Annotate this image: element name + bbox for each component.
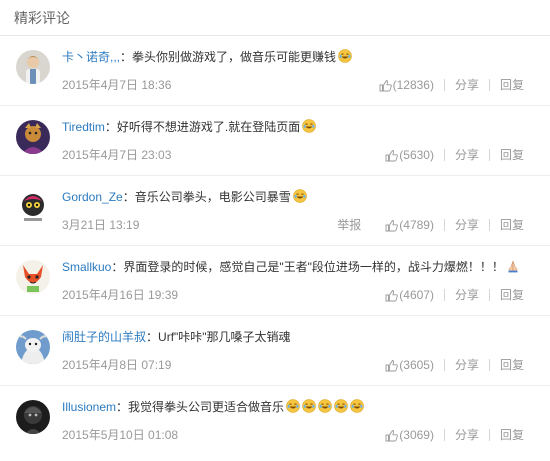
divider [443, 79, 445, 91]
like-button[interactable]: (12836) [379, 77, 434, 93]
divider [488, 79, 490, 91]
like-button[interactable]: (4607) [385, 287, 434, 303]
comment-item: Tiredtim：好听得不想进游戏了.就在登陆页面 2015年4月7日 23:0… [0, 106, 550, 176]
reply-button[interactable]: 回复 [500, 77, 524, 93]
section-title: 精彩评论 [0, 0, 550, 36]
like-count: (4607) [399, 288, 434, 302]
laugh-emoji-icon [302, 119, 317, 133]
comment-date: 2015年4月7日 18:36 [62, 78, 172, 92]
thumbs-up-icon [385, 219, 399, 231]
avatar[interactable] [16, 330, 50, 364]
comment-date: 2015年4月7日 23:03 [62, 148, 172, 162]
colon: ： [120, 50, 133, 64]
comment-text: 我觉得拳头公司更适合做音乐 [128, 400, 285, 414]
avatar[interactable] [16, 400, 50, 434]
laugh-emoji-icon [338, 49, 352, 63]
laugh-emoji-icon [350, 399, 364, 413]
divider [443, 289, 445, 301]
thumbs-up-icon [385, 359, 399, 371]
divider [443, 149, 445, 161]
like-count: (5630) [399, 148, 434, 162]
report-button[interactable]: 举报 [337, 217, 361, 233]
comment-text: 界面登录的时候，感觉自己是"王者"段位进场一样的，战斗力爆燃！！！ [123, 260, 504, 274]
username-link[interactable]: Tiredtim [62, 120, 105, 134]
share-button[interactable]: 分享 [455, 287, 479, 303]
divider [488, 429, 490, 441]
username-link[interactable]: 卡丶诺奇,,, [62, 50, 120, 64]
avatar[interactable] [16, 190, 50, 224]
avatar[interactable] [16, 260, 50, 294]
like-count: (12836) [392, 78, 434, 92]
comment-actions: (12836) 分享 回复 [379, 77, 524, 93]
reply-button[interactable]: 回复 [500, 287, 524, 303]
colon: ： [111, 260, 124, 274]
comment-list: 卡丶诺奇,,,：拳头你别做游戏了，做音乐可能更赚钱 2015年4月7日 18:3… [0, 36, 550, 456]
comment-text: 音乐公司拳头，电影公司暴雪 [134, 190, 291, 204]
share-button[interactable]: 分享 [455, 217, 479, 233]
colon: ： [116, 400, 129, 414]
comment-item: Gordon_Ze：音乐公司拳头，电影公司暴雪 3月21日 13:19 举报 (… [0, 176, 550, 246]
comment-date: 2015年4月16日 19:39 [62, 288, 179, 302]
comment-item: 闹肚子的山羊叔：Urf"咔咔"那几嗓子太销魂 2015年4月8日 07:19 (… [0, 316, 550, 386]
like-count: (3069) [399, 428, 434, 442]
like-count: (3605) [399, 358, 434, 372]
like-button[interactable]: (3605) [385, 357, 434, 373]
divider [443, 359, 445, 371]
thumbs-up-icon [385, 289, 399, 301]
username-link[interactable]: Gordon_Ze [62, 190, 123, 204]
divider [488, 149, 490, 161]
laugh-emoji-icon [292, 189, 307, 203]
comment-date: 2015年5月10日 01:08 [62, 428, 179, 442]
share-button[interactable]: 分享 [455, 147, 479, 163]
thumbs-up-icon [379, 79, 392, 91]
reply-button[interactable]: 回复 [500, 427, 524, 443]
share-button[interactable]: 分享 [455, 357, 479, 373]
comment-date: 3月21日 13:19 [62, 218, 140, 232]
username-link[interactable]: 闹肚子的山羊叔 [62, 330, 146, 344]
reply-button[interactable]: 回复 [500, 217, 524, 233]
comment-item: Smallkuo：界面登录的时候，感觉自己是"王者"段位进场一样的，战斗力爆燃！… [0, 246, 550, 316]
username-link[interactable]: Illusionem [62, 400, 116, 414]
comment-date: 2015年4月8日 07:19 [62, 358, 172, 372]
share-button[interactable]: 分享 [455, 77, 479, 93]
colon: ： [146, 330, 159, 344]
like-button[interactable]: (3069) [385, 427, 434, 443]
divider [488, 359, 490, 371]
comment-actions: (4607) 分享 回复 [385, 287, 524, 303]
colon: ： [104, 120, 117, 134]
username-link[interactable]: Smallkuo [62, 260, 111, 274]
like-count: (4789) [399, 218, 434, 232]
pray-hands-emoji-icon [506, 259, 520, 273]
divider [488, 219, 490, 231]
divider [488, 289, 490, 301]
comment-item: 卡丶诺奇,,,：拳头你别做游戏了，做音乐可能更赚钱 2015年4月7日 18:3… [0, 36, 550, 106]
reply-button[interactable]: 回复 [500, 147, 524, 163]
avatar[interactable] [16, 120, 50, 154]
laugh-emoji-icon [302, 399, 316, 413]
laugh-emoji-icon [334, 399, 348, 413]
comment-actions: (3069) 分享 回复 [385, 427, 524, 443]
comment-actions: (3605) 分享 回复 [385, 357, 524, 373]
laugh-emoji-icon [318, 399, 332, 413]
comment-item: Illusionem：我觉得拳头公司更适合做音乐 2015年5月10日 01:0… [0, 386, 550, 456]
divider [443, 219, 445, 231]
laugh-emoji-icon [286, 399, 300, 413]
thumbs-up-icon [385, 149, 399, 161]
comment-text: 好听得不想进游戏了.就在登陆页面 [116, 120, 301, 134]
share-button[interactable]: 分享 [455, 427, 479, 443]
comment-text: 拳头你别做游戏了，做音乐可能更赚钱 [132, 50, 337, 64]
colon: ： [122, 190, 135, 204]
comment-text: Urf"咔咔"那几嗓子太销魂 [158, 330, 291, 344]
like-button[interactable]: (5630) [385, 147, 434, 163]
comment-actions: 举报 (4789) 分享 回复 [337, 217, 524, 233]
like-button[interactable]: (4789) [385, 217, 434, 233]
reply-button[interactable]: 回复 [500, 357, 524, 373]
avatar[interactable] [16, 50, 50, 84]
comment-actions: (5630) 分享 回复 [385, 147, 524, 163]
divider [443, 429, 445, 441]
thumbs-up-icon [385, 429, 399, 441]
